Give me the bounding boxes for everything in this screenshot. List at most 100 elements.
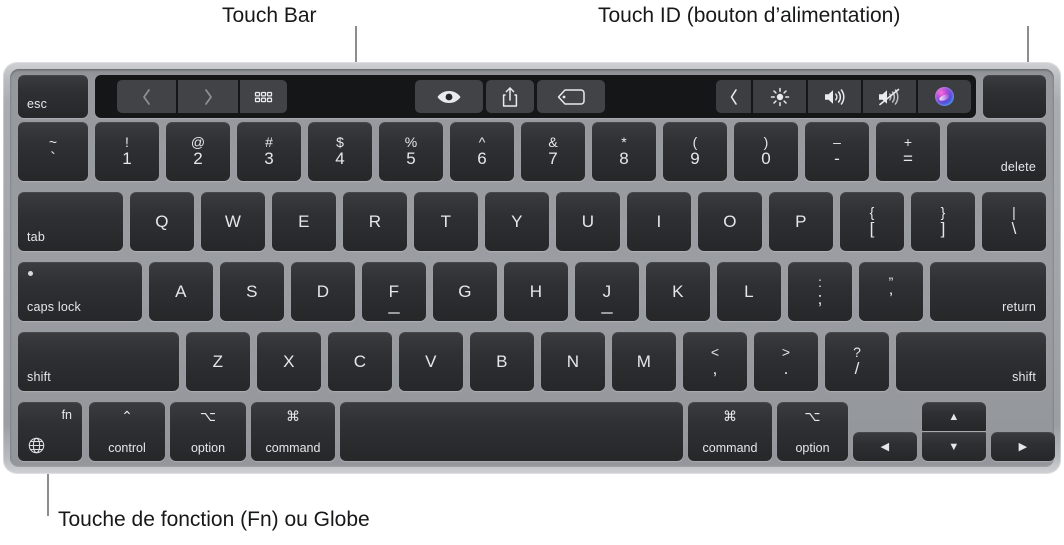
key-quote[interactable]: ”’ xyxy=(859,262,923,321)
forward-icon[interactable] xyxy=(178,80,238,113)
share-icon[interactable] xyxy=(486,80,534,113)
key-7[interactable]: & 7 xyxy=(521,122,585,181)
eye-icon[interactable] xyxy=(415,80,483,113)
touch-bar-control-strip xyxy=(716,80,971,113)
touch-bar[interactable] xyxy=(95,75,976,118)
key-bracket-right-lower: ] xyxy=(940,219,946,238)
key-caps-lock[interactable]: caps lock xyxy=(18,262,142,321)
key-q[interactable]: Q xyxy=(130,192,194,251)
key-a[interactable]: A xyxy=(149,262,213,321)
key-backslash-lower: \ xyxy=(1011,219,1017,238)
key-s[interactable]: S xyxy=(220,262,284,321)
key-option-right[interactable]: ⌥ option xyxy=(777,402,848,461)
key-command-right[interactable]: ⌘ command xyxy=(688,402,772,461)
key-n[interactable]: N xyxy=(541,332,605,391)
key-delete[interactable]: delete xyxy=(947,122,1046,181)
key-k[interactable]: K xyxy=(646,262,710,321)
key-tab[interactable]: tab xyxy=(18,192,123,251)
key-w[interactable]: W xyxy=(201,192,265,251)
mute-icon[interactable] xyxy=(863,80,916,113)
key-j[interactable]: J xyxy=(575,262,639,321)
key-esc-label: esc xyxy=(27,97,48,111)
key-9[interactable]: (9 xyxy=(663,122,727,181)
key-2[interactable]: @2 xyxy=(166,122,230,181)
expand-chevron-icon[interactable] xyxy=(716,80,751,113)
key-o[interactable]: O xyxy=(698,192,762,251)
key-d[interactable]: D xyxy=(291,262,355,321)
key-arrow-right[interactable]: ▶ xyxy=(991,432,1055,461)
key-c[interactable]: C xyxy=(328,332,392,391)
key-6-lower: 6 xyxy=(477,149,487,168)
key-0[interactable]: ) 0 xyxy=(734,122,798,181)
key-9-lower: 9 xyxy=(690,149,700,168)
key-1[interactable]: ! 1 xyxy=(95,122,159,181)
key-esc[interactable]: esc xyxy=(18,75,88,118)
back-icon[interactable] xyxy=(117,80,177,113)
key-h[interactable]: H xyxy=(504,262,568,321)
key-bracket-right[interactable]: }] xyxy=(911,192,975,251)
key-arrow-up[interactable]: ▲ xyxy=(922,402,986,431)
key-y[interactable]: Y xyxy=(485,192,549,251)
key-bracket-right-labels: }] xyxy=(911,192,975,251)
key-5[interactable]: % 5 xyxy=(379,122,443,181)
key-g[interactable]: G xyxy=(433,262,497,321)
leader-line-touch-bar xyxy=(355,26,357,64)
key-shift-left[interactable]: shift xyxy=(18,332,179,391)
key-b[interactable]: B xyxy=(470,332,534,391)
key-x[interactable]: X xyxy=(257,332,321,391)
key-s-label: S xyxy=(246,281,258,301)
key-i[interactable]: I xyxy=(627,192,691,251)
key-v[interactable]: V xyxy=(399,332,463,391)
key-3-upper: # xyxy=(265,134,273,150)
callout-fn-globe: Touche de fonction (Fn) ou Globe xyxy=(58,508,370,531)
key-l[interactable]: L xyxy=(717,262,781,321)
key-4[interactable]: $4 xyxy=(308,122,372,181)
key-caps-lock-label: caps lock xyxy=(27,300,81,314)
key-equal[interactable]: + = xyxy=(876,122,940,181)
key-touch-id[interactable] xyxy=(983,75,1046,118)
key-2-labels: @2 xyxy=(166,122,230,181)
volume-up-icon[interactable] xyxy=(808,80,861,113)
key-backtick[interactable]: ~ ` xyxy=(18,122,88,181)
key-return[interactable]: return xyxy=(930,262,1046,321)
key-5-upper: % xyxy=(404,134,418,150)
key-equal-upper: + xyxy=(903,134,913,150)
key-space[interactable] xyxy=(340,402,683,461)
key-e[interactable]: E xyxy=(272,192,336,251)
key-u-label: U xyxy=(581,211,595,231)
key-p[interactable]: P xyxy=(769,192,833,251)
command-symbol-icon: ⌘ xyxy=(723,408,737,424)
key-3[interactable]: #3 xyxy=(237,122,301,181)
key-period-upper: > xyxy=(781,344,791,360)
siri-icon[interactable] xyxy=(918,80,971,113)
key-comma[interactable]: <, xyxy=(683,332,747,391)
key-period[interactable]: >. xyxy=(754,332,818,391)
key-6[interactable]: ^ 6 xyxy=(450,122,514,181)
key-command-left[interactable]: ⌘ command xyxy=(251,402,335,461)
key-m[interactable]: M xyxy=(612,332,676,391)
key-option-left[interactable]: ⌥ option xyxy=(170,402,246,461)
key-arrow-down[interactable]: ▼ xyxy=(922,432,986,461)
key-backslash[interactable]: | \ xyxy=(982,192,1046,251)
tag-icon[interactable] xyxy=(537,80,605,113)
key-fn-globe[interactable]: fn xyxy=(18,402,82,461)
key-slash[interactable]: ? / xyxy=(825,332,889,391)
caps-lock-indicator-icon xyxy=(28,271,33,276)
key-u[interactable]: U xyxy=(556,192,620,251)
key-z-label: Z xyxy=(212,351,224,371)
key-return-label: return xyxy=(1002,300,1036,314)
siri-orb xyxy=(935,87,954,106)
brightness-icon[interactable] xyxy=(753,80,806,113)
key-bracket-left[interactable]: {[ xyxy=(840,192,904,251)
grid-icon[interactable] xyxy=(239,80,287,113)
key-control[interactable]: ⌃ control xyxy=(89,402,165,461)
key-t[interactable]: T xyxy=(414,192,478,251)
key-semicolon[interactable]: :; xyxy=(788,262,852,321)
key-minus[interactable]: – - xyxy=(805,122,869,181)
key-z[interactable]: Z xyxy=(186,332,250,391)
key-8[interactable]: * 8 xyxy=(592,122,656,181)
key-r[interactable]: R xyxy=(343,192,407,251)
key-shift-right[interactable]: shift xyxy=(896,332,1046,391)
key-f[interactable]: F xyxy=(362,262,426,321)
key-arrow-left[interactable]: ◀ xyxy=(853,432,917,461)
